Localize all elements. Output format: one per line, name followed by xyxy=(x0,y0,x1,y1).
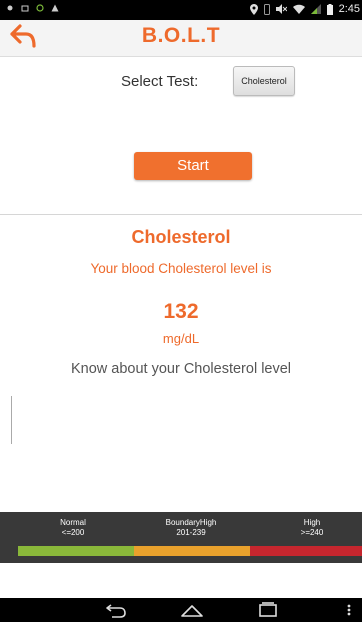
range-color-bar xyxy=(18,546,362,556)
status-left-icons xyxy=(6,4,59,12)
start-button[interactable]: Start xyxy=(134,152,252,180)
vibrate-icon xyxy=(263,3,270,15)
location-icon xyxy=(249,3,258,15)
range-normal-segment xyxy=(18,546,134,556)
test-selector-button[interactable]: Cholesterol xyxy=(233,66,295,96)
range-high-label: High >=240 xyxy=(257,518,362,538)
range-boundary-name: BoundaryHigh xyxy=(165,518,217,527)
status-right-icons: 2:45 xyxy=(249,3,360,15)
signal-icon xyxy=(310,4,321,14)
notification-icon xyxy=(7,5,13,11)
result-title: Cholesterol xyxy=(131,227,231,247)
battery-icon xyxy=(326,3,333,15)
sync-icon xyxy=(36,4,44,12)
edge-indicator xyxy=(11,396,12,444)
range-high-segment xyxy=(250,546,362,556)
range-normal-label: Normal <=200 xyxy=(18,518,128,538)
range-boundary-value: 201-239 xyxy=(176,528,206,537)
result-unit: mg/dL xyxy=(162,331,200,346)
app-title: B.O.L.T xyxy=(141,24,221,47)
range-boundary-segment xyxy=(134,546,250,556)
nav-bar xyxy=(0,598,362,622)
range-legend: Normal <=200 BoundaryHigh 201-239 High >… xyxy=(0,512,362,563)
range-boundary-label: BoundaryHigh 201-239 xyxy=(136,518,246,538)
range-normal-name: Normal xyxy=(60,518,86,527)
wifi-icon xyxy=(292,4,305,14)
home-nav-icon[interactable] xyxy=(180,601,204,619)
result-value: 132 xyxy=(163,300,199,323)
warning-icon xyxy=(51,4,59,12)
back-nav-icon[interactable] xyxy=(104,601,128,619)
select-test-row: Select Test: Cholesterol xyxy=(0,66,362,96)
status-time: 2:45 xyxy=(338,3,360,15)
storage-icon xyxy=(21,5,29,12)
divider xyxy=(0,214,362,215)
select-test-label: Select Test: xyxy=(121,73,199,90)
range-high-name: High xyxy=(303,518,321,527)
range-high-value: >=240 xyxy=(300,528,324,537)
status-bar: 2:45 xyxy=(0,0,362,20)
mute-icon xyxy=(275,4,287,14)
know-about-link[interactable]: Know about your Cholesterol level xyxy=(0,361,362,377)
range-normal-value: <=200 xyxy=(61,528,85,537)
menu-nav-icon[interactable] xyxy=(342,601,356,619)
app-bar: B.O.L.T xyxy=(0,20,362,57)
result-subtitle: Your blood Cholesterol level is xyxy=(90,261,272,276)
recents-nav-icon[interactable] xyxy=(256,601,280,619)
